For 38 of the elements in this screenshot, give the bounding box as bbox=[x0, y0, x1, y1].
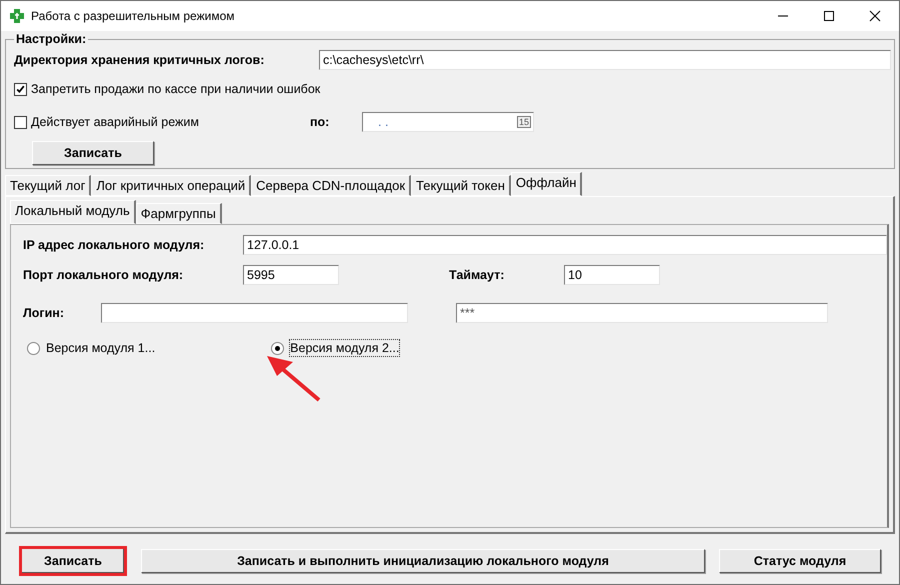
tab[interactable]: Локальный модуль bbox=[10, 200, 136, 224]
tab[interactable]: Оффлайн bbox=[510, 172, 582, 196]
group-title: Настройки: bbox=[14, 32, 88, 46]
app-icon bbox=[9, 8, 25, 24]
input-field[interactable]: 10 bbox=[564, 265, 660, 285]
input-field[interactable]: 127.0.0.1 bbox=[243, 235, 887, 255]
date-field[interactable]: . . 15 bbox=[362, 112, 534, 132]
tab[interactable]: Текущий токен bbox=[411, 175, 511, 196]
tab[interactable]: Фармгруппы bbox=[136, 203, 222, 224]
input-field[interactable] bbox=[101, 303, 408, 323]
radio-label: Версия модуля 2... bbox=[289, 339, 400, 357]
maximize-icon[interactable] bbox=[823, 10, 835, 22]
window-title: Работа с разрешительным режимом bbox=[31, 9, 235, 23]
action-button[interactable]: Статус модуля bbox=[719, 549, 881, 573]
close-icon[interactable] bbox=[869, 10, 881, 22]
checkbox-label: Действует аварийный режим bbox=[31, 115, 200, 129]
tab[interactable]: Сервера CDN-площадок bbox=[251, 175, 412, 196]
save-button[interactable]: Записать bbox=[32, 141, 154, 165]
action-button[interactable]: Записать и выполнить инициализацию локального модуля bbox=[141, 549, 705, 573]
calendar-button[interactable]: 15 bbox=[516, 116, 531, 128]
field-label: по: bbox=[310, 115, 330, 129]
field-label: Директория хранения критичных логов: bbox=[14, 53, 266, 67]
radio-button[interactable] bbox=[27, 342, 40, 354]
checkbox[interactable] bbox=[14, 116, 27, 128]
checkbox[interactable] bbox=[14, 82, 27, 96]
field-label: Логин: bbox=[23, 306, 66, 320]
tab[interactable]: Текущий лог bbox=[5, 175, 92, 196]
password-field[interactable]: *** bbox=[456, 303, 828, 323]
radio-label: Версия модуля 1... bbox=[45, 340, 156, 357]
input-field[interactable]: c:\cachesys\etc\rr\ bbox=[319, 50, 891, 70]
tab[interactable]: Лог критичных операций bbox=[91, 175, 252, 196]
field-label: IP адрес локального модуля: bbox=[23, 238, 206, 252]
radio-button[interactable] bbox=[271, 342, 284, 354]
checkbox-label: Запретить продажи по кассе при наличии ошибок bbox=[31, 82, 320, 96]
action-button[interactable]: Записать bbox=[19, 546, 127, 576]
field-label: Таймаут: bbox=[449, 268, 506, 282]
input-field[interactable]: 5995 bbox=[243, 265, 339, 285]
field-label: Порт локального модуля: bbox=[23, 268, 184, 282]
